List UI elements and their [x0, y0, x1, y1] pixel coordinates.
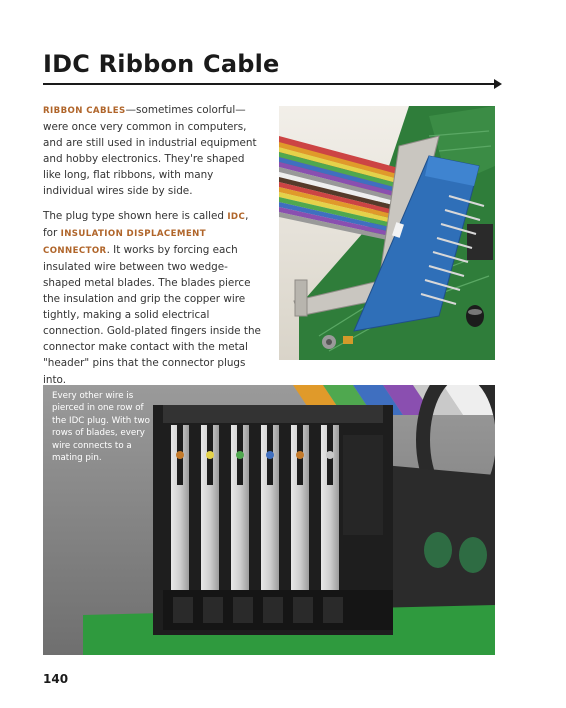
keyword-idc: IDC — [227, 211, 246, 222]
photo-caption: Every other wire is pierced in one row o… — [52, 391, 150, 464]
photo-ribbon-cable-connector — [279, 106, 495, 360]
arrow-icon — [494, 79, 502, 89]
keyword-ribbon-cables: RIBBON CABLES — [43, 106, 126, 116]
page-number: 140 — [43, 672, 69, 686]
body-text: RIBBON CABLES—sometimes colorful—were on… — [43, 102, 261, 396]
paragraph-intro-text: —sometimes colorful—were once very commo… — [43, 104, 257, 198]
paragraph-idc: The plug type shown here is called IDC, … — [43, 208, 261, 388]
ribbon-connector-illustration — [279, 106, 495, 360]
paragraph-intro: RIBBON CABLES—sometimes colorful—were on… — [43, 102, 261, 200]
page-title: IDC Ribbon Cable — [43, 50, 280, 78]
paragraph-idc-text-a: The plug type shown here is called — [43, 209, 228, 222]
title-rule — [43, 83, 495, 85]
paragraph-idc-text-c: . It works by forcing each insulated wir… — [43, 243, 261, 386]
